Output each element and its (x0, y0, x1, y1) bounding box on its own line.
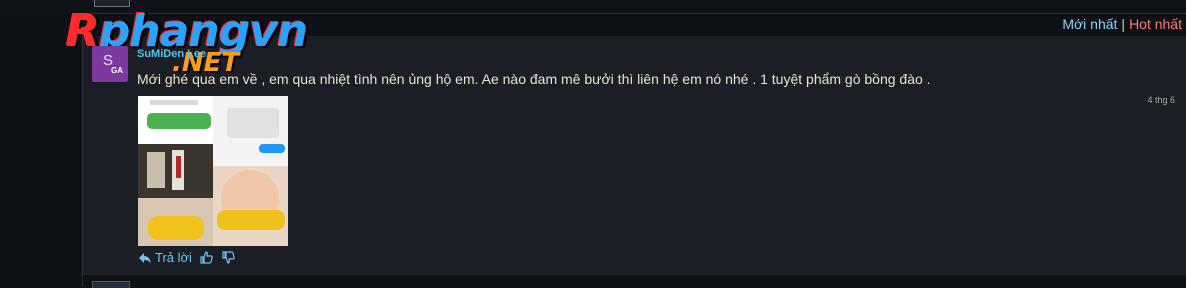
like-button[interactable] (199, 250, 217, 265)
thumbs-down-icon (222, 251, 235, 264)
image-chat-bubble-blue (259, 144, 285, 153)
image-panel-photo-dark (138, 144, 213, 198)
reply-button[interactable]: Trả lời (138, 250, 196, 265)
reply-label: Trả lời (155, 250, 192, 265)
avatar-badge: GA (111, 66, 123, 75)
sort-newest-link[interactable]: Mới nhất (1062, 16, 1117, 32)
comment-image[interactable] (138, 96, 288, 246)
image-photo-shape (148, 216, 204, 240)
comment-actions: Trả lời (138, 250, 235, 265)
image-photo-mark (176, 156, 181, 178)
comment-timestamp: 4 thg 6 (1147, 95, 1175, 105)
sort-hot-link[interactable]: Hot nhất (1129, 16, 1182, 32)
image-chat-bubble-gray (227, 108, 279, 138)
image-panel-photo-left (138, 198, 213, 246)
image-chat-header (150, 100, 198, 105)
avatar[interactable]: S GA (92, 46, 128, 82)
sort-links: Mới nhất | Hot nhất (1062, 16, 1182, 32)
image-photo-shape (217, 210, 285, 230)
dislike-button[interactable] (222, 250, 235, 265)
reply-arrow-icon (139, 253, 151, 263)
sort-separator: | (1121, 16, 1126, 32)
image-chat-bubble (147, 113, 211, 129)
image-panel-chat-left (138, 96, 213, 144)
image-panel-photo-right (213, 166, 288, 246)
thumbs-up-icon (199, 251, 213, 264)
image-panel-chat-right (213, 96, 288, 166)
image-photo-shape (147, 152, 165, 188)
comment-message: Mới ghé qua em về , em qua nhiệt tình nê… (137, 71, 931, 87)
comment-username[interactable]: SuMiDen Lee (137, 48, 206, 60)
